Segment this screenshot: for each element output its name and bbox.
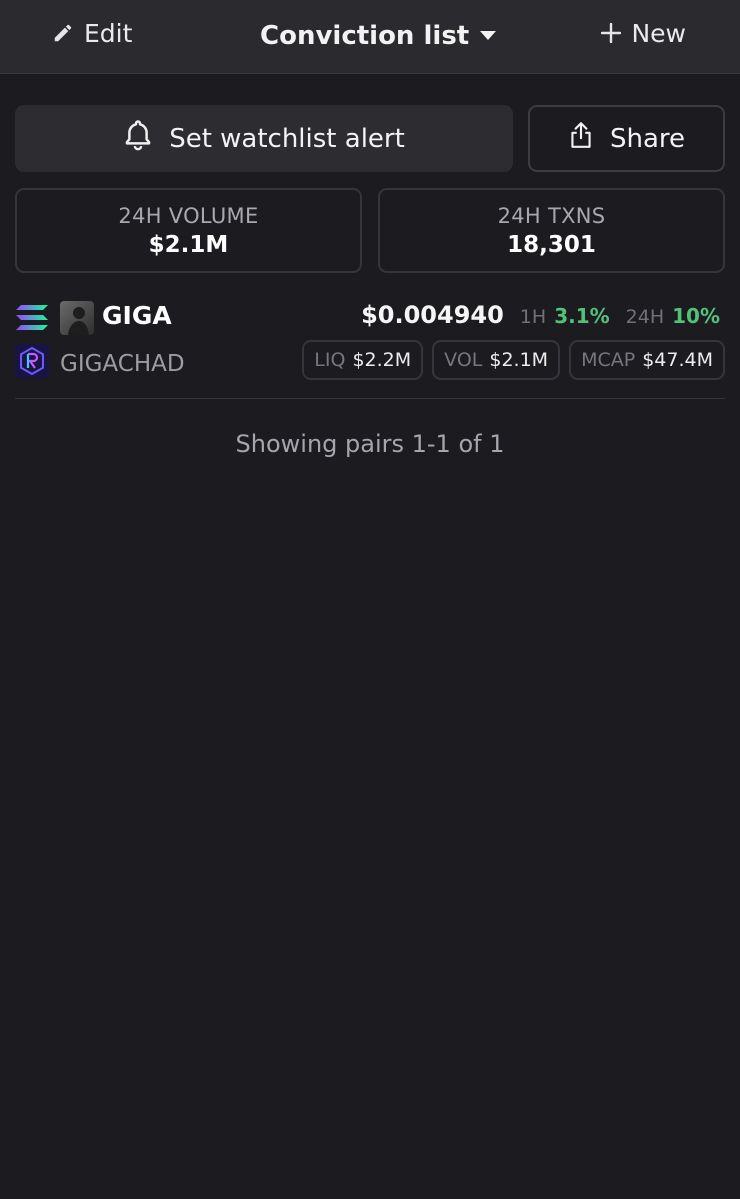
bell-icon: [123, 119, 153, 158]
edit-button[interactable]: Edit: [52, 0, 132, 66]
volume-pill: VOL $2.1M: [432, 340, 561, 380]
txns-value: 18,301: [507, 231, 596, 258]
change-24h-value: 10%: [672, 304, 720, 328]
market-cap-pill: MCAP $47.4M: [569, 340, 725, 380]
token-symbol: GIGA: [102, 301, 172, 330]
raydium-icon: [15, 344, 49, 378]
change-1h-value: 3.1%: [554, 304, 610, 328]
pair-volume-value: $2.1M: [489, 349, 549, 371]
token-avatar: [60, 301, 94, 335]
txns-stat-card: 24H TXNS 18,301: [378, 188, 725, 273]
top-bar: Edit Conviction list New: [0, 0, 740, 74]
share-button[interactable]: Share: [528, 105, 725, 172]
pair-volume-label: VOL: [444, 349, 483, 371]
plus-icon: [601, 23, 622, 43]
change-1h-label: 1H: [519, 306, 547, 328]
new-label: New: [631, 18, 686, 48]
market-cap-value: $47.4M: [642, 349, 713, 371]
liquidity-label: LIQ: [314, 349, 346, 371]
edit-label: Edit: [84, 18, 133, 48]
list-selector[interactable]: Conviction list: [260, 3, 497, 69]
liquidity-pill: LIQ $2.2M: [302, 340, 424, 380]
txns-label: 24H TXNS: [497, 203, 606, 228]
pair-metrics: LIQ $2.2M VOL $2.1M MCAP $47.4M: [302, 340, 725, 380]
solana-icon: [15, 304, 49, 332]
change-24h-label: 24H: [625, 306, 665, 328]
new-list-button[interactable]: New: [601, 0, 686, 66]
liquidity-value: $2.2M: [352, 349, 412, 371]
share-label: Share: [609, 123, 686, 154]
page-title: Conviction list: [260, 21, 470, 51]
price-line: $0.004940 1H 3.1% 24H 10%: [361, 301, 720, 329]
pair-row[interactable]: GIGA GIGACHAD $0.004940 1H 3.1% 24H 10% …: [15, 296, 725, 399]
pencil-icon: [52, 22, 74, 44]
token-name: GIGACHAD: [60, 351, 185, 377]
market-cap-label: MCAP: [581, 349, 636, 371]
alert-label: Set watchlist alert: [169, 123, 405, 154]
set-watchlist-alert-button[interactable]: Set watchlist alert: [15, 105, 513, 172]
share-icon: [568, 120, 594, 157]
pagination-text: Showing pairs 1-1 of 1: [235, 430, 505, 458]
volume-stat-card: 24H VOLUME $2.1M: [15, 188, 362, 273]
token-price: $0.004940: [361, 301, 504, 329]
volume-value: $2.1M: [148, 231, 229, 258]
volume-label: 24H VOLUME: [118, 203, 259, 228]
caret-down-icon: [479, 30, 497, 42]
